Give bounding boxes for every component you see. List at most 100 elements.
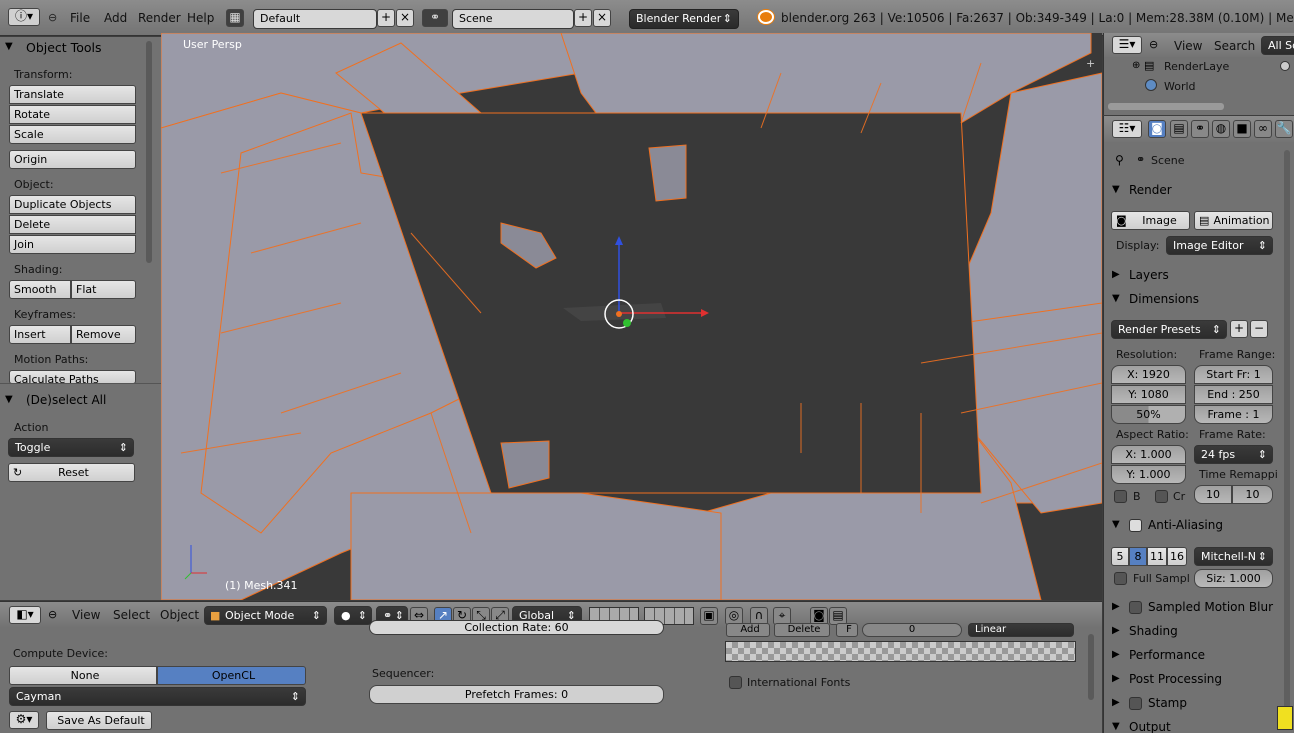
- start-frame-field[interactable]: Start Fr: 1: [1194, 365, 1273, 384]
- f-button[interactable]: F: [836, 623, 858, 637]
- translate-button[interactable]: Translate: [9, 85, 136, 104]
- filter-size-field[interactable]: Siz: 1.000: [1194, 569, 1273, 588]
- editor-type-outliner-icon[interactable]: ☰▾: [1112, 36, 1142, 54]
- end-frame-field[interactable]: End : 250: [1194, 385, 1273, 404]
- delete-button[interactable]: Delete: [9, 215, 136, 234]
- delete-keyframe-button[interactable]: Delete: [774, 623, 830, 637]
- constraints-context-icon[interactable]: ∞: [1254, 120, 1272, 138]
- performance-panel-header[interactable]: ▶ Performance: [1104, 645, 1284, 667]
- action-select[interactable]: Toggle ⇕: [8, 438, 134, 457]
- motion-blur-checkbox[interactable]: [1129, 601, 1142, 614]
- compute-opencl-button[interactable]: OpenCL: [157, 666, 306, 685]
- properties-toggle-icon[interactable]: +: [1086, 57, 1095, 70]
- menu-search[interactable]: Search: [1214, 39, 1255, 53]
- 3d-viewport[interactable]: User Persp (1) Mesh.341 +: [161, 33, 1102, 600]
- aspect-y-field[interactable]: Y: 1.000: [1111, 465, 1186, 484]
- menu-file[interactable]: File: [70, 11, 90, 25]
- menu-view[interactable]: View: [72, 608, 100, 622]
- aa-filter-select[interactable]: Mitchell-N ⇕: [1194, 547, 1273, 566]
- resolution-percent-field[interactable]: 50%: [1111, 405, 1186, 424]
- resolution-x-field[interactable]: X: 1920: [1111, 365, 1186, 384]
- compute-device-select[interactable]: Cayman ⇕: [9, 687, 306, 706]
- smooth-button[interactable]: Smooth: [9, 280, 71, 299]
- object-context-icon[interactable]: ■: [1233, 120, 1251, 138]
- render-animation-button[interactable]: ▤ Animation: [1194, 211, 1273, 230]
- scene-icon[interactable]: ⚭: [422, 9, 448, 27]
- post-processing-panel-header[interactable]: ▶ Post Processing: [1104, 669, 1284, 691]
- collapse-menu-icon[interactable]: ⊖: [1149, 38, 1158, 51]
- prefs-scrollbar[interactable]: [1088, 634, 1094, 700]
- pin-icon[interactable]: ⚲: [1115, 153, 1124, 167]
- join-button[interactable]: Join: [9, 235, 136, 254]
- interaction-mode-select[interactable]: ■ Object Mode ⇕: [204, 606, 327, 625]
- scene-context-icon[interactable]: ⚭: [1191, 120, 1209, 138]
- color-ramp-checker[interactable]: [725, 641, 1076, 662]
- menu-add[interactable]: Add: [104, 11, 127, 25]
- tool-shelf-scrollbar[interactable]: [146, 41, 152, 263]
- render-image-button[interactable]: ◙ Image: [1111, 211, 1190, 230]
- menu-help[interactable]: Help: [187, 11, 214, 25]
- aa-samples-8[interactable]: 8: [1129, 547, 1147, 566]
- origin-button[interactable]: Origin: [9, 150, 136, 169]
- output-panel-header[interactable]: ▼ Output: [1104, 717, 1284, 733]
- add-screen-icon[interactable]: +: [377, 9, 395, 27]
- screen-layout-field[interactable]: Default: [253, 9, 377, 29]
- insert-keyframe-button[interactable]: Insert: [9, 325, 71, 344]
- aspect-x-field[interactable]: X: 1.000: [1111, 445, 1186, 464]
- curve-value-field[interactable]: 0: [862, 623, 962, 637]
- frame-rate-select[interactable]: 24 fps ⇕: [1194, 445, 1273, 464]
- render-panel-header[interactable]: ▼ Render: [1104, 180, 1284, 202]
- deselect-all-panel-header[interactable]: ▼ (De)select All: [0, 390, 161, 412]
- properties-scrollbar[interactable]: [1284, 150, 1290, 715]
- collection-rate-field[interactable]: Collection Rate: 60: [369, 620, 664, 635]
- menu-select[interactable]: Select: [113, 608, 150, 622]
- calculate-paths-button[interactable]: Calculate Paths: [9, 370, 136, 384]
- add-scene-icon[interactable]: +: [574, 9, 592, 27]
- menu-object[interactable]: Object: [160, 608, 199, 622]
- render-presets-select[interactable]: Render Presets ⇕: [1111, 320, 1227, 339]
- anti-aliasing-panel-header[interactable]: ▼ Anti-Aliasing: [1104, 515, 1284, 537]
- crop-checkbox[interactable]: [1155, 490, 1168, 503]
- outliner-hscroll[interactable]: [1108, 103, 1224, 110]
- aa-samples-16[interactable]: 16: [1167, 547, 1187, 566]
- outliner-item-renderlayers[interactable]: RenderLaye: [1164, 60, 1229, 73]
- scene-field[interactable]: Scene: [452, 9, 574, 29]
- international-fonts-checkbox[interactable]: [729, 676, 742, 689]
- render-context-icon[interactable]: ◙: [1148, 120, 1166, 138]
- rotate-button[interactable]: Rotate: [9, 105, 136, 124]
- lock-layers-icon[interactable]: ▣: [700, 607, 718, 625]
- aa-samples-11[interactable]: 11: [1147, 547, 1167, 566]
- reset-button[interactable]: ↻ Reset: [8, 463, 135, 482]
- object-tools-panel-header[interactable]: ▼ Object Tools: [0, 37, 161, 59]
- remap-old-field[interactable]: 10: [1194, 485, 1232, 504]
- expand-icon[interactable]: ⊕: [1132, 60, 1140, 71]
- motion-blur-panel-header[interactable]: ▶ Sampled Motion Blur: [1104, 597, 1284, 619]
- collapse-menu-icon[interactable]: ⊖: [48, 608, 57, 621]
- frame-step-field[interactable]: Frame : 1: [1194, 405, 1273, 424]
- display-mode-select[interactable]: All Sc: [1261, 36, 1294, 55]
- anti-aliasing-checkbox[interactable]: [1129, 519, 1142, 532]
- flat-button[interactable]: Flat: [71, 280, 136, 299]
- full-sample-checkbox[interactable]: [1114, 572, 1127, 585]
- editor-type-props-icon[interactable]: ☷▾: [1112, 120, 1142, 138]
- outliner-item-world[interactable]: World: [1164, 80, 1196, 93]
- scale-button[interactable]: Scale: [9, 125, 136, 144]
- menu-render[interactable]: Render: [138, 11, 181, 25]
- add-keyframe-button[interactable]: Add: [726, 623, 770, 637]
- duplicate-objects-button[interactable]: Duplicate Objects: [9, 195, 136, 214]
- editor-type-3d-icon[interactable]: ◧▾: [9, 606, 41, 624]
- display-select[interactable]: Image Editor ⇕: [1166, 236, 1273, 255]
- editor-type-info-icon[interactable]: ⓘ▾: [8, 8, 40, 26]
- border-checkbox[interactable]: [1114, 490, 1127, 503]
- editor-type-prefs-icon[interactable]: ⚙▾: [9, 711, 39, 729]
- prefetch-frames-field[interactable]: Prefetch Frames: 0: [369, 685, 664, 704]
- viewport-shading-select[interactable]: ● ⇕: [334, 606, 372, 625]
- area-corner-icon[interactable]: [1277, 706, 1293, 730]
- dimensions-panel-header[interactable]: ▼ Dimensions: [1104, 289, 1284, 311]
- interpolation-select[interactable]: Linear: [968, 623, 1074, 637]
- add-preset-icon[interactable]: +: [1230, 320, 1248, 338]
- resolution-y-field[interactable]: Y: 1080: [1111, 385, 1186, 404]
- delete-scene-icon[interactable]: ×: [593, 9, 611, 27]
- shading-panel-header[interactable]: ▶ Shading: [1104, 621, 1284, 643]
- remap-new-field[interactable]: 10: [1232, 485, 1273, 504]
